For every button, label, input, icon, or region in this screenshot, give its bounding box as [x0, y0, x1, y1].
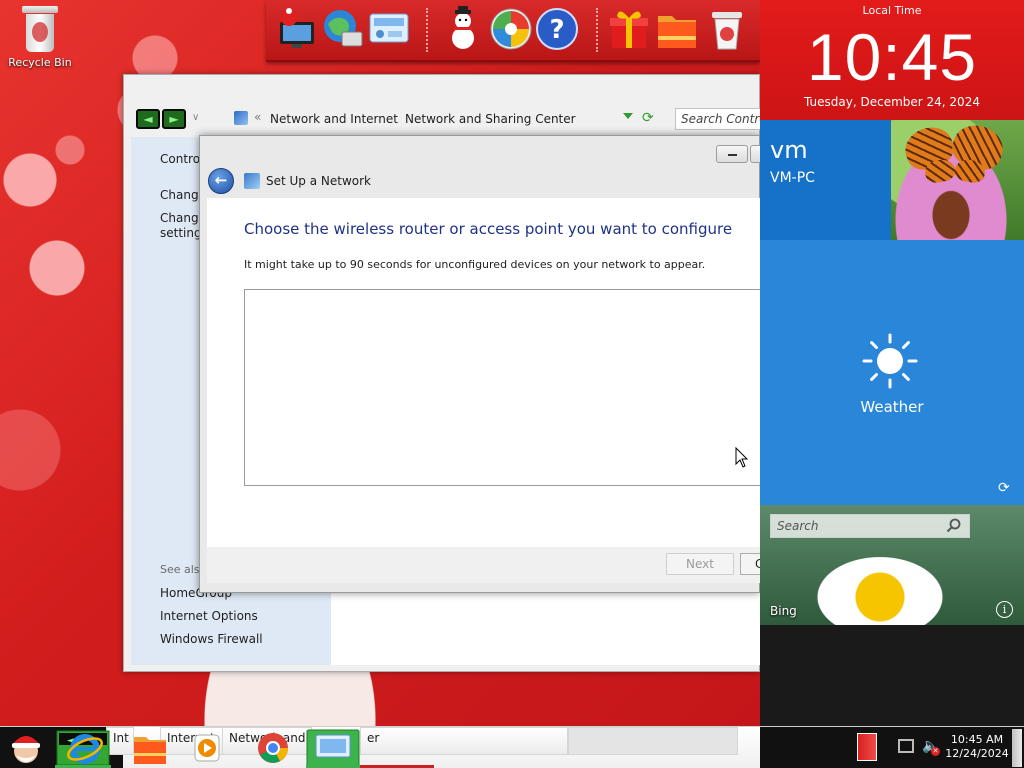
bing-tile[interactable]: Search Bing i — [760, 505, 1024, 625]
recycle-bin-icon — [22, 6, 58, 52]
info-icon[interactable]: i — [996, 601, 1013, 618]
next-button[interactable]: Next — [666, 553, 734, 575]
back-button[interactable]: ◄ — [136, 109, 160, 129]
dialog-footer: Next C — [207, 547, 760, 583]
sidebar-control-panel-home[interactable]: Control — [160, 152, 203, 166]
weather-tile[interactable]: Weather ⟳ — [760, 240, 1024, 505]
mute-indicator-icon: ✕ — [931, 747, 940, 756]
back-arrow-icon: ◄ — [143, 112, 153, 126]
network-tray-icon[interactable] — [898, 739, 914, 753]
see-also-internet-options[interactable]: Internet Options — [160, 609, 258, 623]
cancel-button[interactable]: C — [740, 553, 760, 575]
santa-computer-icon[interactable] — [274, 6, 320, 52]
tray-clock-date: 12/24/2024 — [945, 747, 1009, 760]
user-tile[interactable]: vm VM-PC — [760, 120, 891, 240]
weather-refresh-icon[interactable]: ⟳ — [998, 480, 1010, 496]
sun-icon — [862, 333, 918, 389]
dock-separator — [426, 8, 428, 52]
recycle-bin-dock-icon[interactable] — [704, 6, 750, 52]
recent-pages-chevron-icon[interactable]: ∨ — [192, 112, 199, 123]
taskbar-button-set-up-network[interactable]: er — [360, 727, 568, 755]
start-side-panel: Local Time 10:45 Tuesday, December 24, 2… — [760, 0, 1024, 726]
back-arrow-icon: ← — [214, 171, 228, 189]
butterfly-photo-tile[interactable] — [891, 120, 1024, 240]
forward-arrow-icon: ► — [169, 112, 179, 126]
tray-clock[interactable]: 10:45 AM 12/24/2024 — [944, 733, 1010, 761]
network-icon — [234, 111, 248, 125]
mouse-cursor-icon — [735, 447, 749, 468]
windows-security-icon[interactable] — [488, 6, 534, 52]
breadcrumb-network-and-sharing-center[interactable]: Network and Sharing Center — [405, 112, 576, 126]
clock-tile[interactable]: Local Time 10:45 Tuesday, December 24, 2… — [760, 0, 1024, 120]
snowman-icon[interactable] — [440, 6, 486, 52]
show-desktop-button[interactable] — [1012, 729, 1022, 767]
taskbar-empty-button — [568, 727, 738, 755]
forward-button[interactable]: ► — [162, 109, 186, 129]
taskbar-button-label: er — [367, 731, 380, 745]
refresh-icon[interactable]: ⟳ — [642, 110, 658, 126]
control-panel-search-input[interactable]: Search Control — [675, 108, 760, 130]
internet-explorer-icon[interactable] — [66, 729, 104, 767]
taskbar-button-label: Int — [113, 731, 129, 745]
clock-label: Local Time — [862, 4, 922, 17]
weather-label: Weather — [860, 398, 924, 416]
folder-icon[interactable] — [654, 6, 700, 52]
globe-network-icon[interactable] — [320, 6, 366, 52]
dock-separator — [596, 8, 598, 52]
dialog-subtext: It might take up to 90 seconds for uncon… — [244, 258, 706, 271]
bing-label: Bing — [770, 604, 797, 618]
media-player-icon[interactable] — [192, 729, 222, 767]
see-also-windows-firewall[interactable]: Windows Firewall — [160, 632, 263, 646]
control-panel-icon[interactable] — [366, 6, 412, 52]
address-bar: ◄ ► ∨ « Network and Internet Network and… — [124, 103, 760, 135]
computer-name: VM-PC — [770, 170, 815, 186]
clock-time: 10:45 — [806, 20, 978, 94]
network-setup-taskbar-icon[interactable] — [306, 729, 360, 767]
dialog-title: Set Up a Network — [266, 174, 372, 188]
desktop: Recycle Bin ? ◄ ► ∨ « Network and Intern… — [0, 0, 760, 726]
help-icon[interactable]: ? — [534, 6, 580, 52]
user-name: vm — [770, 136, 808, 164]
breadcrumb-overflow-icon[interactable]: « — [254, 110, 261, 124]
network-setup-icon — [244, 173, 260, 189]
breadcrumb-network-and-internet[interactable]: Network and Internet — [270, 112, 398, 126]
wireless-device-list[interactable] — [244, 289, 760, 486]
maximize-button[interactable] — [750, 145, 760, 163]
set-up-network-dialog: ← Set Up a Network Choose the wireless r… — [199, 135, 760, 593]
search-icon[interactable] — [946, 518, 962, 534]
recycle-bin-desktop-icon[interactable]: Recycle Bin — [8, 6, 72, 69]
action-center-flag-icon[interactable] — [857, 733, 877, 761]
file-explorer-icon[interactable] — [131, 729, 169, 767]
start-santa-icon[interactable] — [4, 729, 48, 767]
chrome-icon[interactable] — [254, 729, 292, 767]
svg-text:?: ? — [549, 15, 564, 45]
gift-icon[interactable] — [606, 6, 652, 52]
tray-clock-time: 10:45 AM — [950, 733, 1004, 746]
dialog-back-button[interactable]: ← — [208, 168, 234, 194]
bing-search-input[interactable]: Search — [770, 514, 970, 538]
minimize-button[interactable] — [716, 145, 748, 163]
recycle-bin-label: Recycle Bin — [8, 56, 72, 69]
taskbar: Int Internet Network and S er ◄ 🔈 ✕ — [0, 726, 1024, 768]
address-dropdown-icon[interactable] — [623, 113, 633, 119]
top-dock: ? — [266, 0, 760, 62]
dialog-body: Choose the wireless router or access poi… — [207, 198, 760, 547]
clock-date: Tuesday, December 24, 2024 — [804, 95, 980, 109]
dialog-heading: Choose the wireless router or access poi… — [244, 220, 733, 238]
